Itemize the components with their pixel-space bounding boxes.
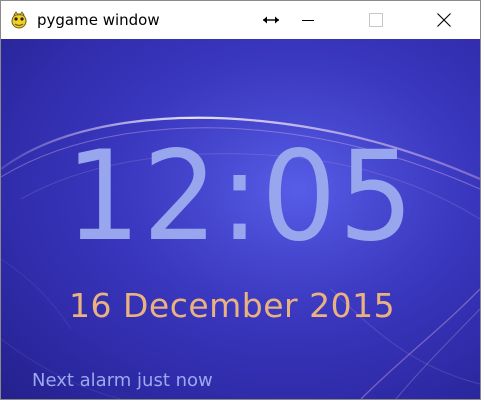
next-alarm-text: Next alarm just now	[32, 370, 213, 391]
window-title: pygame window	[37, 11, 160, 29]
clock-display-area[interactable]: 12:05 16 December 2015 Next alarm just n…	[1, 39, 480, 399]
close-icon	[437, 13, 451, 27]
close-button[interactable]	[421, 1, 467, 39]
title-bar[interactable]: pygame window	[1, 1, 480, 39]
minimize-icon	[302, 20, 314, 21]
pygame-snake-icon	[11, 11, 27, 29]
minimize-button[interactable]	[285, 1, 331, 39]
clock-date: 16 December 2015	[69, 286, 396, 325]
maximize-button[interactable]	[353, 1, 399, 39]
pygame-window: pygame window 12:05 16 December 2015 Nex…	[0, 0, 481, 400]
maximize-icon	[369, 13, 383, 27]
clock-time: 12:05	[65, 123, 416, 269]
